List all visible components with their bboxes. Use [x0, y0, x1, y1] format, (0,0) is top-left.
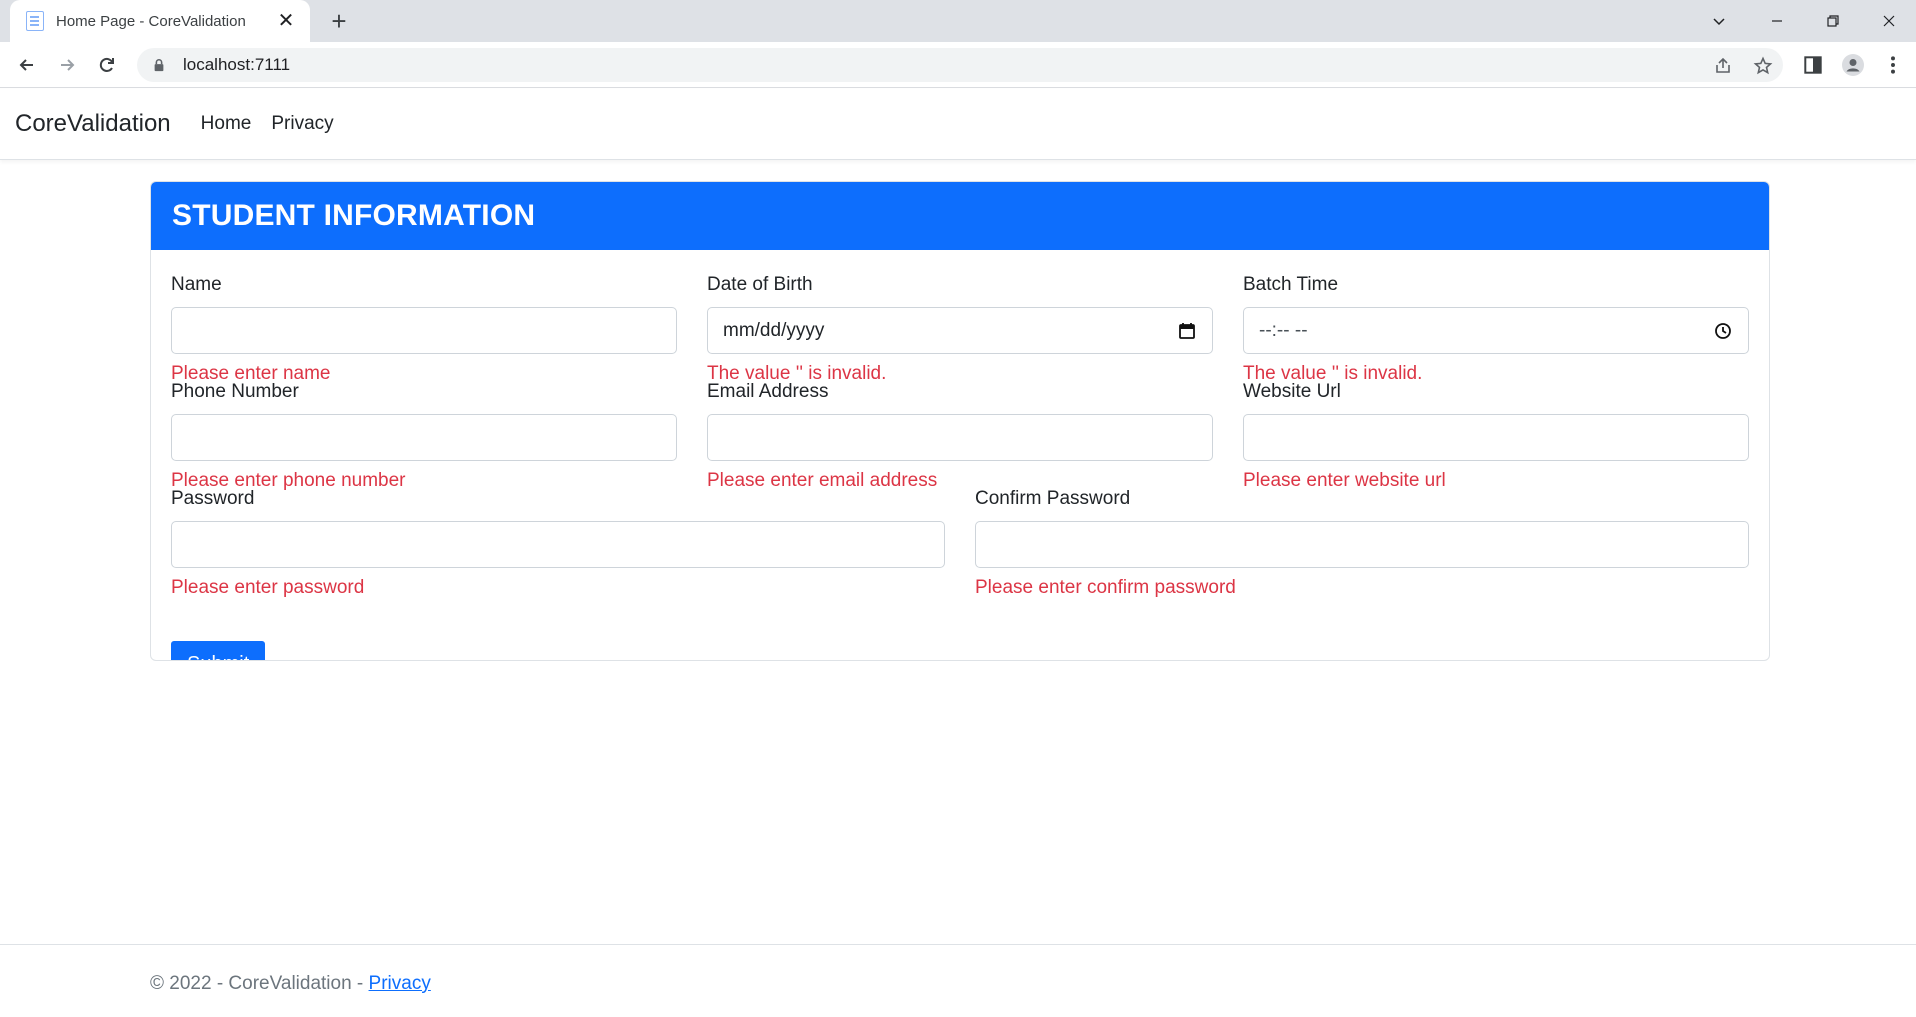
browser-tab-strip: Home Page - CoreValidation ✕ +	[0, 0, 1916, 42]
password-error: Please enter password	[171, 577, 365, 598]
website-label: Website Url	[1243, 381, 1341, 402]
website-field-group: Website Url Please enter website url	[1243, 379, 1749, 494]
app-navbar: CoreValidation Home Privacy	[0, 89, 1916, 160]
name-input[interactable]	[171, 307, 677, 354]
dob-field-group: Date of Birth mm/dd/yyyy The value '' is…	[707, 272, 1213, 387]
email-input[interactable]	[707, 414, 1213, 461]
address-bar[interactable]: localhost:7111	[137, 48, 1783, 82]
email-field-group: Email Address Please enter email address	[707, 379, 1213, 494]
password-field-group: Password Please enter password	[171, 486, 945, 601]
footer-privacy-link[interactable]: Privacy	[369, 973, 431, 994]
nav-link-home[interactable]: Home	[201, 113, 252, 135]
phone-field-group: Phone Number Please enter phone number	[171, 379, 677, 494]
email-label: Email Address	[707, 381, 829, 402]
page-favicon-icon	[26, 11, 44, 31]
browser-tab[interactable]: Home Page - CoreValidation ✕	[10, 0, 310, 42]
footer-text: © 2022 - CoreValidation - Privacy	[150, 973, 431, 995]
batch-time-label: Batch Time	[1243, 274, 1339, 295]
tab-search-icon[interactable]	[1691, 0, 1747, 42]
card-title: STUDENT INFORMATION	[172, 199, 536, 232]
page-footer: © 2022 - CoreValidation - Privacy	[0, 944, 1916, 1017]
clock-icon[interactable]	[1713, 321, 1733, 341]
name-label: Name	[171, 274, 222, 295]
close-tab-icon[interactable]: ✕	[276, 11, 296, 31]
footer-copyright: © 2022 - CoreValidation -	[150, 973, 369, 994]
phone-input[interactable]	[171, 414, 677, 461]
confirm-password-error: Please enter confirm password	[975, 577, 1236, 598]
side-panel-icon[interactable]	[1802, 54, 1824, 76]
card-header: STUDENT INFORMATION	[151, 182, 1769, 250]
name-field-group: Name Please enter name	[171, 272, 677, 387]
phone-label: Phone Number	[171, 381, 299, 402]
dob-input[interactable]: mm/dd/yyyy	[707, 307, 1213, 354]
dob-label: Date of Birth	[707, 274, 813, 295]
batch-time-input[interactable]: --:-- --	[1243, 307, 1749, 354]
url-text: localhost:7111	[183, 55, 291, 74]
confirm-password-input[interactable]	[975, 521, 1749, 568]
submit-button[interactable]: Submit	[171, 641, 266, 660]
back-arrow-icon[interactable]	[12, 50, 42, 80]
batch-time-placeholder: --:-- --	[1259, 319, 1308, 341]
student-information-card: STUDENT INFORMATION Name Please enter na…	[150, 181, 1770, 661]
new-tab-button[interactable]: +	[325, 7, 353, 35]
close-window-icon[interactable]	[1861, 0, 1916, 42]
lock-icon[interactable]	[151, 57, 167, 73]
forward-arrow-icon[interactable]	[52, 50, 82, 80]
confirm-password-label: Confirm Password	[975, 488, 1131, 509]
reload-icon[interactable]	[92, 50, 122, 80]
browser-toolbar: localhost:7111	[0, 42, 1916, 88]
profile-avatar-icon[interactable]	[1842, 54, 1864, 76]
bookmark-star-icon[interactable]	[1753, 56, 1773, 76]
confirm-password-field-group: Confirm Password Please enter confirm pa…	[975, 486, 1749, 601]
share-icon[interactable]	[1713, 56, 1733, 76]
nav-link-privacy[interactable]: Privacy	[271, 113, 333, 135]
calendar-icon[interactable]	[1177, 321, 1197, 341]
website-input[interactable]	[1243, 414, 1749, 461]
batch-time-field-group: Batch Time --:-- -- The value '' is inva…	[1243, 272, 1749, 387]
minimize-icon[interactable]	[1749, 0, 1805, 42]
more-menu-icon[interactable]	[1882, 54, 1904, 76]
password-input[interactable]	[171, 521, 945, 568]
password-label: Password	[171, 488, 255, 509]
restore-icon[interactable]	[1805, 0, 1861, 42]
brand-link[interactable]: CoreValidation	[15, 110, 171, 138]
tab-title: Home Page - CoreValidation	[56, 12, 246, 30]
dob-placeholder: mm/dd/yyyy	[723, 319, 825, 341]
